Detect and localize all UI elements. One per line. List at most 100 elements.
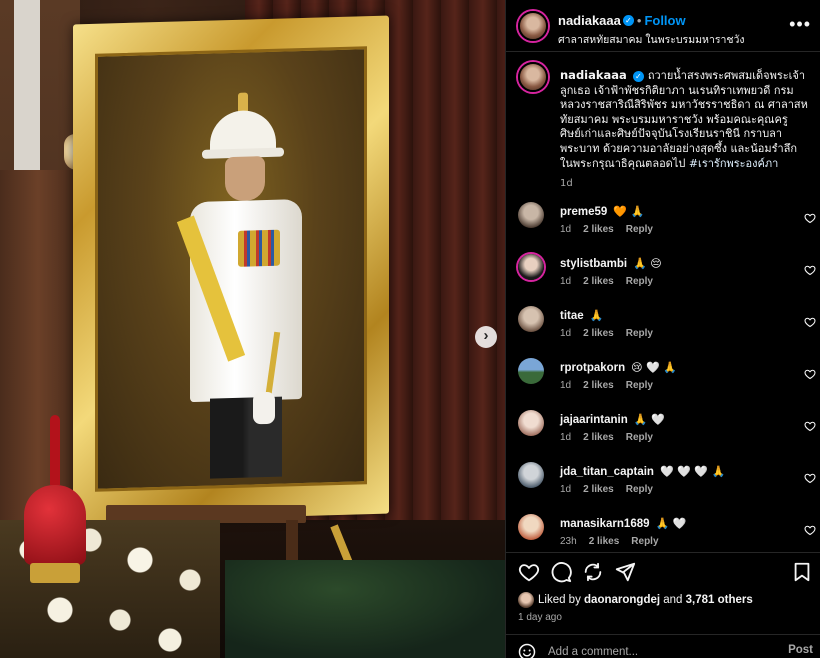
face — [225, 156, 265, 202]
post-comment-button[interactable]: Post — [788, 644, 813, 656]
verified-icon: ✓ — [622, 15, 634, 27]
comment-time: 1d — [560, 224, 572, 235]
post-photo[interactable]: › — [0, 0, 505, 658]
avatar[interactable] — [518, 11, 548, 41]
likes-prefix: Liked by — [538, 594, 585, 607]
heart-icon[interactable] — [804, 472, 816, 484]
reply-button[interactable]: Reply — [626, 380, 653, 391]
red-ornament — [20, 415, 90, 595]
comment-text: 🤍 🤍 🤍 🙏 — [659, 465, 726, 478]
send-icon[interactable] — [614, 561, 636, 583]
ornament-bell — [24, 485, 86, 565]
post-side-panel: nadiakaaa ✓ • Follow ศาลาสหทัยสมาคม ในพระบร… — [505, 0, 820, 658]
header-username[interactable]: nadiakaaa — [558, 13, 621, 28]
comment-time: 23h — [560, 536, 577, 547]
next-icon[interactable]: › — [475, 326, 497, 348]
liker-avatar — [518, 592, 534, 608]
caption-username[interactable]: nadiakaaa — [560, 68, 627, 82]
action-bar — [506, 552, 820, 592]
more-icon[interactable]: ••• — [789, 14, 811, 35]
comment-time: 1d — [560, 328, 572, 339]
comment-time: 1d — [560, 380, 572, 391]
location-link[interactable]: ศาลาสหทัยสมาคม ในพระบรมมหาราชวัง — [558, 31, 745, 48]
comment-line: preme59 🧡 🙏 — [560, 205, 644, 218]
heart-icon[interactable] — [804, 420, 816, 432]
avatar[interactable] — [518, 410, 544, 436]
separator: • — [636, 13, 642, 28]
comment-likes[interactable]: 2 likes — [583, 484, 614, 495]
avatar[interactable] — [518, 462, 544, 488]
medals — [238, 229, 280, 267]
comment-item: preme59 🧡 🙏 1d 2 likes Reply — [518, 202, 818, 246]
follow-button[interactable]: Follow — [644, 13, 685, 28]
caption-time: 1d — [560, 178, 573, 190]
heart-icon[interactable] — [804, 212, 816, 224]
comment-time: 1d — [560, 276, 572, 287]
heart-icon[interactable] — [804, 264, 816, 276]
hashtag-link[interactable]: #เรารักพระองค์ภา — [689, 157, 778, 170]
reply-button[interactable]: Reply — [631, 536, 658, 547]
reply-button[interactable]: Reply — [626, 484, 653, 495]
post-header: nadiakaaa ✓ • Follow ศาลาสหทัยสมาคม ในพระบร… — [506, 0, 820, 52]
comment-username[interactable]: jda_titan_captain — [560, 466, 654, 478]
comment-text: 🙏 — [589, 309, 604, 322]
add-comment-input[interactable] — [548, 643, 768, 658]
likes-summary: Liked by daonarongdej and 3,781 others — [518, 592, 753, 608]
plants — [225, 560, 505, 658]
comment-line: stylistbambi 🙏 😔 — [560, 257, 662, 270]
save-icon[interactable] — [791, 561, 813, 583]
comment-icon[interactable] — [550, 561, 572, 583]
comment-likes[interactable]: 2 likes — [583, 224, 614, 235]
emoji-icon[interactable] — [518, 643, 536, 658]
reply-button[interactable]: Reply — [626, 224, 653, 235]
comment-likes[interactable]: 2 likes — [583, 432, 614, 443]
comment-text: 🙏 🤍 — [633, 413, 665, 426]
avatar[interactable] — [518, 254, 544, 280]
comment-line: manasikarn1689 🙏 🤍 — [560, 517, 686, 530]
comment-username[interactable]: manasikarn1689 — [560, 518, 650, 530]
heart-icon[interactable] — [804, 316, 816, 328]
glove — [253, 391, 275, 425]
comment-likes[interactable]: 2 likes — [583, 328, 614, 339]
comment-username[interactable]: jajaarintanin — [560, 414, 628, 426]
comment-username[interactable]: preme59 — [560, 206, 607, 218]
avatar[interactable] — [518, 202, 544, 228]
reply-button[interactable]: Reply — [626, 432, 653, 443]
comment-likes[interactable]: 2 likes — [583, 276, 614, 287]
liker-username[interactable]: daonarongdej — [584, 594, 660, 606]
reply-button[interactable]: Reply — [626, 328, 653, 339]
header-line: nadiakaaa ✓ • Follow — [558, 12, 686, 30]
heart-icon[interactable] — [804, 368, 816, 380]
comment-meta: 1d 2 likes Reply — [560, 484, 665, 495]
avatar[interactable] — [518, 358, 544, 384]
heart-icon[interactable] — [518, 561, 540, 583]
caption-text-block: nadiakaaa ✓ ถวายน้ำสรงพระศพสมเด็จพระเจ้าลู… — [560, 68, 808, 192]
portrait — [95, 46, 367, 492]
comment-line: titae 🙏 — [560, 309, 603, 322]
comment-username[interactable]: titae — [560, 310, 584, 322]
comment-item: titae 🙏 1d 2 likes Reply — [518, 306, 818, 350]
verified-icon: ✓ — [632, 70, 644, 82]
avatar[interactable] — [518, 306, 544, 332]
comment-likes[interactable]: 2 likes — [583, 380, 614, 391]
reply-button[interactable]: Reply — [626, 276, 653, 287]
comment-text: 🙏 😔 — [633, 257, 662, 270]
comment-meta: 1d 2 likes Reply — [560, 328, 665, 339]
comment-username[interactable]: stylistbambi — [560, 258, 627, 270]
comment-text: 🧡 🙏 — [613, 205, 645, 218]
comment-meta: 23h 2 likes Reply — [560, 536, 671, 547]
comment-time: 1d — [560, 484, 572, 495]
comment-username[interactable]: rprotpakorn — [560, 362, 625, 374]
comment-meta: 1d 2 likes Reply — [560, 224, 665, 235]
avatar[interactable] — [518, 62, 548, 92]
heart-icon[interactable] — [804, 524, 816, 536]
comment-time: 1d — [560, 432, 572, 443]
share-icon[interactable] — [582, 561, 604, 583]
ornament-spire — [50, 415, 60, 485]
portrait-frame — [73, 15, 389, 523]
avatar[interactable] — [518, 514, 544, 540]
comment-text: 🙏 🤍 — [655, 517, 687, 530]
comment-likes[interactable]: 2 likes — [589, 536, 620, 547]
likes-others-link[interactable]: 3,781 others — [686, 594, 753, 606]
likes-middle: and — [660, 594, 686, 607]
